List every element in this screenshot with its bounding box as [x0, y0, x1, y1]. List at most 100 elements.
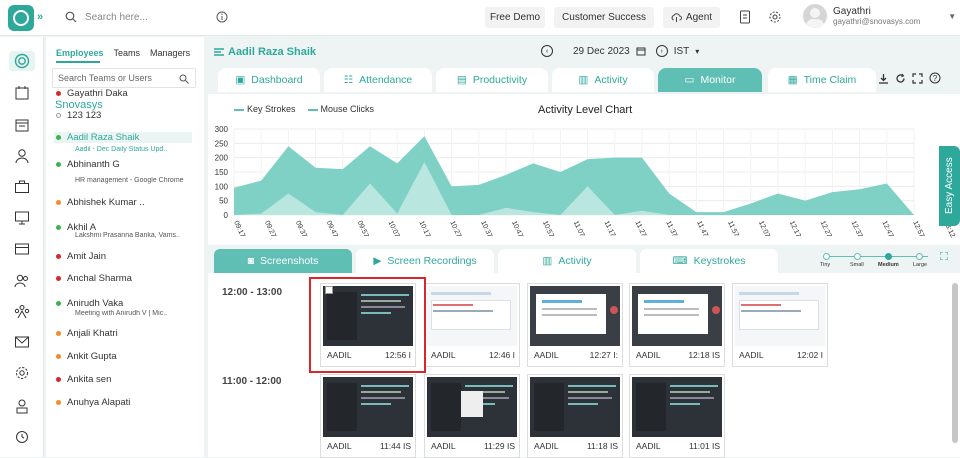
- tab-label: Attendance: [359, 74, 413, 86]
- settings-icon[interactable]: [13, 364, 31, 382]
- team-search-input[interactable]: Search Teams or Users: [52, 68, 196, 88]
- tab-managers[interactable]: Managers: [150, 47, 190, 59]
- tab-screen-recordings[interactable]: ▶ Screen Recordings: [356, 249, 494, 273]
- employee-item[interactable]: Anuhya Alapati: [56, 397, 196, 408]
- camera-icon: ◙: [247, 255, 254, 267]
- tab-screenshots[interactable]: ◙ Screenshots: [214, 249, 352, 273]
- status-dot: [56, 200, 61, 205]
- tab-sub-activity[interactable]: ▥ Activity: [498, 249, 636, 273]
- tab-time-claim[interactable]: ▦ Time Claim: [768, 68, 876, 92]
- scrollbar[interactable]: [952, 283, 958, 443]
- team-search-placeholder: Search Teams or Users: [58, 73, 152, 83]
- briefcase-icon[interactable]: [13, 178, 31, 196]
- status-dot: [56, 91, 61, 96]
- user-menu[interactable]: Gayathri gayathri@snovasys.com ▼: [803, 4, 956, 28]
- employee-name: Gayathri Daka: [67, 88, 128, 99]
- document-icon[interactable]: [738, 10, 752, 24]
- employee-item[interactable]: Anirudh Vaka: [56, 298, 196, 309]
- desktop-icon[interactable]: [13, 209, 31, 227]
- employee-item[interactable]: Gayathri Daka: [56, 88, 196, 99]
- tab-employees[interactable]: Employees: [56, 47, 104, 59]
- prev-date-icon[interactable]: ‹: [541, 45, 553, 57]
- agent-button[interactable]: Agent: [663, 7, 720, 28]
- tab-productivity[interactable]: ▤ Productivity: [436, 68, 548, 92]
- employee-item[interactable]: Abhishek Kumar ..: [56, 197, 196, 208]
- screenshot-card[interactable]: AADIL 11:18 IS: [527, 374, 623, 458]
- employee-item[interactable]: 123 123: [56, 110, 196, 121]
- x-tick-label: 10:57: [541, 220, 555, 239]
- x-tick-label: 11:57: [726, 220, 740, 238]
- screenshot-thumbnail[interactable]: [530, 377, 620, 437]
- timezone-select[interactable]: IST: [674, 46, 690, 57]
- current-date[interactable]: 29 Dec 2023: [573, 46, 630, 57]
- users-icon[interactable]: [13, 272, 31, 290]
- chevron-down-icon[interactable]: ▼: [948, 12, 956, 21]
- employee-item[interactable]: Ankit Gupta: [56, 351, 196, 362]
- screenshot-card[interactable]: AADIL 11:01 IS: [629, 374, 725, 458]
- employee-item[interactable]: Anchal Sharma: [56, 273, 196, 284]
- calendar-icon[interactable]: [636, 46, 646, 56]
- easy-access-button[interactable]: Easy Access: [939, 146, 960, 226]
- screenshot-card[interactable]: AADIL 11:44 IS: [320, 374, 416, 458]
- size-tiny-dot[interactable]: [823, 253, 830, 260]
- tab-keystrokes[interactable]: ⌨ Keystrokes: [640, 249, 778, 273]
- tab-attendance[interactable]: ☷ Attendance: [324, 68, 432, 92]
- employee-item[interactable]: Amit Jain: [56, 251, 196, 262]
- size-label: Medium: [878, 262, 899, 268]
- alarm-clock-icon[interactable]: [13, 427, 31, 445]
- size-small-dot[interactable]: [854, 253, 861, 260]
- tab-label: Time Claim: [803, 74, 857, 86]
- calendar-icon[interactable]: [13, 84, 31, 102]
- size-large-dot[interactable]: [916, 253, 923, 260]
- status-dot: [56, 354, 61, 359]
- screenshot-thumbnail[interactable]: [323, 377, 413, 437]
- hour-group-label: 12:00 - 13:00: [222, 287, 283, 298]
- thumbnail-size-slider[interactable]: Tiny Small Medium Large: [820, 250, 948, 272]
- employee-name: Amit Jain: [67, 251, 107, 262]
- screenshot-thumbnail[interactable]: [735, 286, 825, 346]
- x-tick-label: 10:47: [510, 220, 524, 239]
- screenshot-thumbnail[interactable]: [632, 286, 722, 346]
- download-icon[interactable]: [878, 73, 889, 84]
- tab-dashboard[interactable]: ▣ Dashboard: [218, 68, 320, 92]
- tab-activity[interactable]: ▥ Activity: [552, 68, 654, 92]
- menu-icon[interactable]: [214, 47, 224, 57]
- employee-item[interactable]: Aadil Raza Shaik: [54, 132, 192, 143]
- screenshot-thumbnail[interactable]: [427, 286, 517, 346]
- team-icon[interactable]: [13, 303, 31, 321]
- screenshot-card[interactable]: AADIL 12:02 I: [732, 283, 828, 367]
- screenshot-thumbnail[interactable]: [530, 286, 620, 346]
- refresh-icon[interactable]: [895, 73, 906, 84]
- expand-sidebar-icon[interactable]: »: [37, 11, 43, 23]
- tab-monitor[interactable]: ▭ Monitor: [658, 68, 762, 92]
- employee-item[interactable]: Ankita sen: [56, 374, 196, 385]
- app-logo[interactable]: [8, 5, 34, 31]
- user-icon[interactable]: [13, 147, 31, 165]
- free-demo-button[interactable]: Free Demo: [485, 7, 545, 28]
- info-icon[interactable]: [216, 11, 228, 23]
- screenshot-card[interactable]: AADIL 12:27 I:: [527, 283, 623, 367]
- screenshot-card[interactable]: AADIL 12:18 IS: [629, 283, 725, 367]
- screenshot-thumbnail[interactable]: [427, 377, 517, 437]
- tab-teams[interactable]: Teams: [114, 47, 141, 59]
- customer-success-button[interactable]: Customer Success: [554, 7, 654, 28]
- search-input[interactable]: Search here...: [85, 12, 208, 23]
- expand-icon[interactable]: [940, 252, 948, 260]
- fullscreen-icon[interactable]: [912, 72, 923, 84]
- help-icon[interactable]: ?: [929, 72, 941, 84]
- screenshot-card[interactable]: AADIL 11:29 IS: [424, 374, 520, 458]
- profile-badge-icon[interactable]: [13, 397, 31, 415]
- screenshot-card[interactable]: AADIL 12:46 I: [424, 283, 520, 367]
- employee-item[interactable]: Anjali Khatri: [56, 328, 196, 339]
- mail-icon[interactable]: [13, 333, 31, 351]
- card-icon[interactable]: [13, 240, 31, 258]
- chevron-down-icon[interactable]: ▾: [695, 47, 699, 56]
- global-search[interactable]: Search here...: [60, 6, 228, 28]
- screenshot-thumbnail[interactable]: [632, 377, 722, 437]
- next-date-icon[interactable]: ›: [655, 45, 668, 57]
- employee-item[interactable]: Abhinanth G: [56, 159, 196, 170]
- gear-icon[interactable]: [768, 10, 782, 24]
- size-medium-dot[interactable]: [885, 253, 892, 260]
- schedule-icon[interactable]: [13, 116, 31, 134]
- monitor-target-icon[interactable]: [13, 52, 31, 70]
